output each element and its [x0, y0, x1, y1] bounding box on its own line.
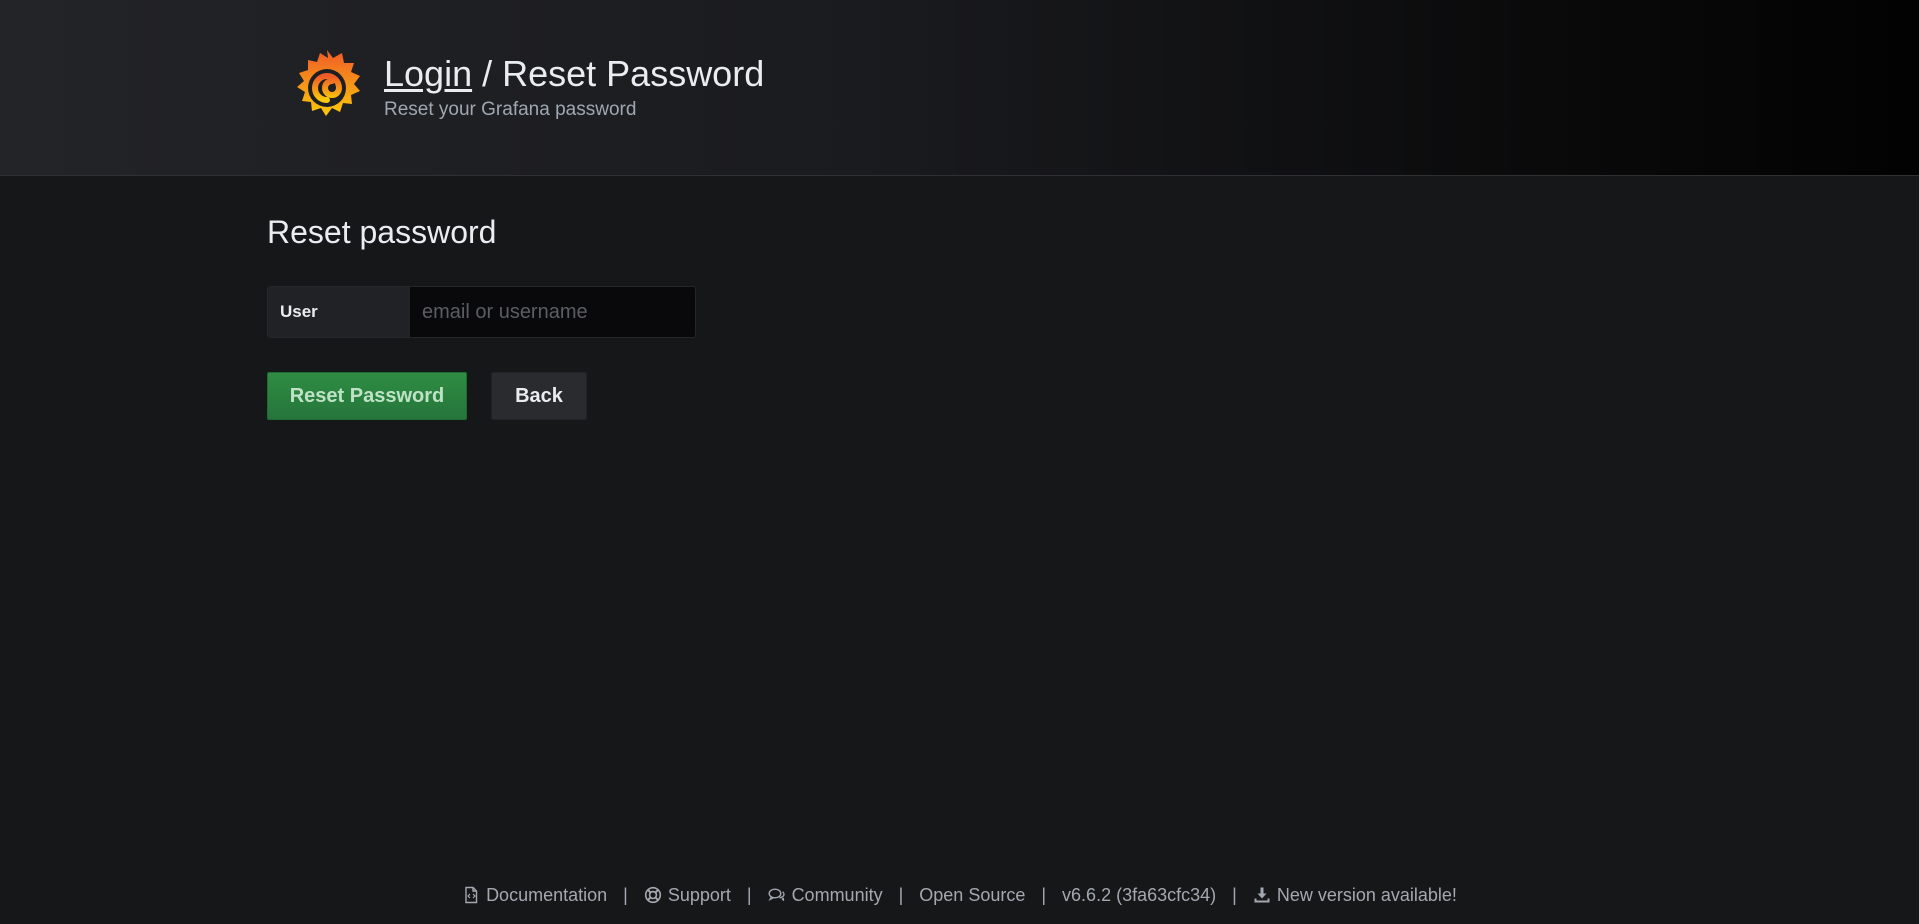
footer-support-label: Support — [667, 884, 731, 905]
grafana-logo-icon — [297, 50, 360, 116]
footer-new-version-link[interactable]: New version available! — [1253, 885, 1457, 906]
breadcrumb-current: Reset Password — [502, 53, 765, 94]
document-icon — [465, 886, 478, 904]
breadcrumb-separator: / — [472, 53, 503, 94]
comments-icon — [768, 888, 785, 902]
main-content: Reset password User Reset Password Back — [267, 212, 696, 420]
page-heading: Reset password — [267, 214, 497, 250]
lifebuoy-icon — [644, 886, 661, 904]
page-subtitle: Reset your Grafana password — [384, 99, 637, 120]
button-row: Reset Password Back — [267, 372, 696, 420]
footer-separator: | — [1041, 884, 1047, 905]
reset-password-button[interactable]: Reset Password — [267, 372, 467, 420]
footer-new-version-label: New version available! — [1276, 884, 1457, 905]
download-icon — [1254, 887, 1270, 903]
user-form-row: User — [267, 286, 696, 338]
back-button[interactable]: Back — [491, 372, 587, 420]
footer-separator: | — [746, 884, 752, 905]
footer-documentation-label: Documentation — [486, 884, 608, 905]
footer-separator: | — [1232, 884, 1237, 905]
user-input[interactable] — [409, 286, 696, 338]
footer-separator: | — [623, 884, 628, 905]
footer-support-link[interactable]: Support — [644, 885, 731, 906]
footer-version: v6.6.2 (3fa63cfc34) — [1062, 884, 1217, 905]
footer-separator: | — [898, 884, 904, 905]
footer-community-link[interactable]: Community — [768, 885, 883, 906]
reset-password-page: Login / Reset Password Reset your Grafan… — [0, 0, 1919, 924]
footer-open-source-link[interactable]: Open Source — [919, 885, 1025, 906]
breadcrumb-login-link[interactable]: Login — [384, 53, 472, 94]
footer: Documentation | Support | Community | Op… — [0, 882, 1919, 908]
user-label: User — [267, 286, 409, 338]
footer-documentation-link[interactable]: Documentation — [462, 885, 607, 906]
page-header: Login / Reset Password Reset your Grafan… — [0, 0, 1919, 176]
header-text: Login / Reset Password Reset your Grafan… — [384, 52, 764, 122]
page-title: Login / Reset Password — [384, 52, 764, 96]
footer-community-label: Community — [791, 884, 883, 905]
